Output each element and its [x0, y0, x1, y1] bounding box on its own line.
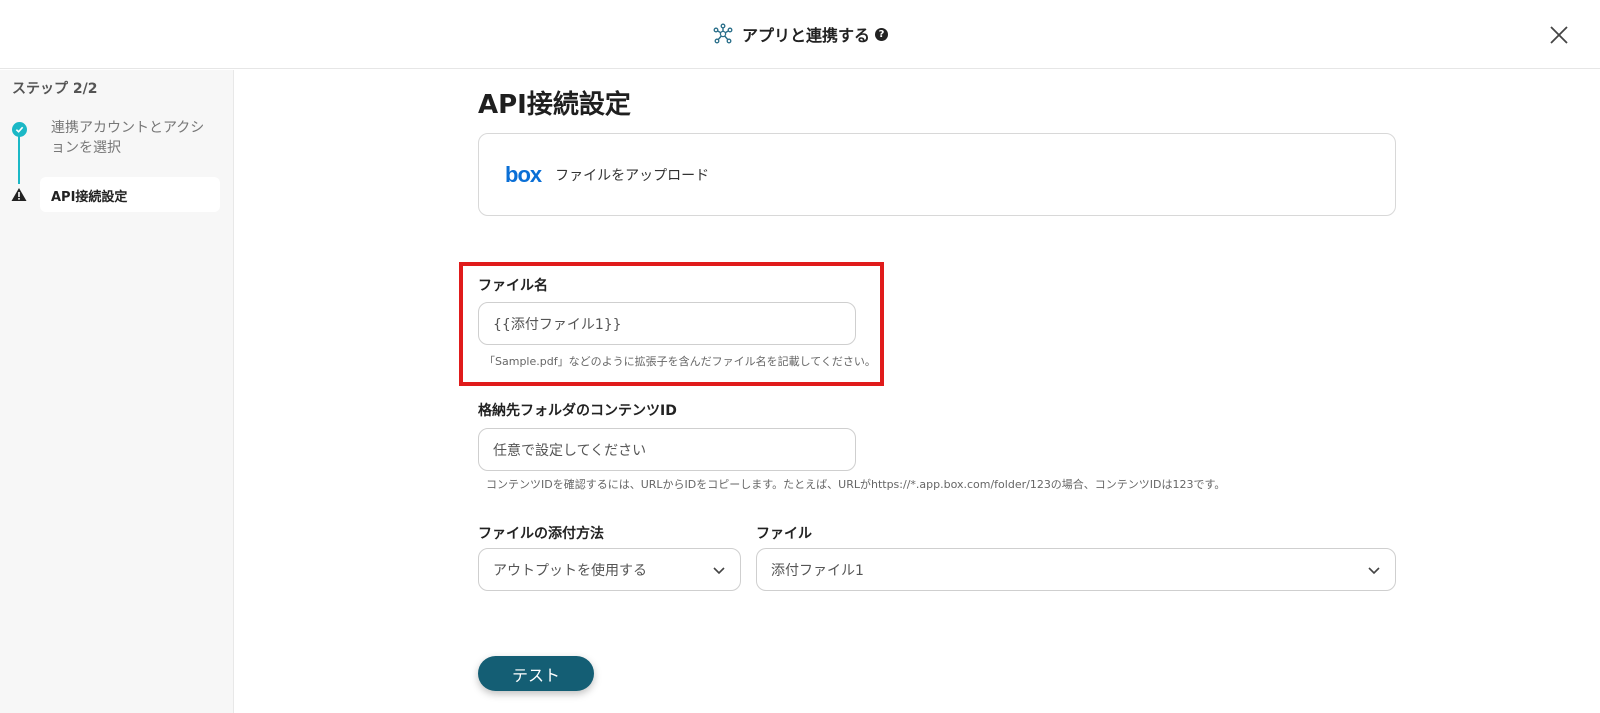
file-name-hint: 「Sample.pdf」などのように拡張子を含んだファイル名を記載してください。 [484, 355, 876, 368]
file-label: ファイル [756, 526, 812, 542]
header-title-group: アプリと連携する ? [0, 22, 1600, 46]
attach-method-value: アウトプットを使用する [493, 562, 647, 579]
test-button[interactable]: テスト [478, 656, 594, 691]
step-connector-line [18, 130, 20, 184]
warning-icon [11, 188, 27, 201]
attach-method-select[interactable]: アウトプットを使用する [478, 548, 741, 591]
file-name-input[interactable]: {{添付ファイル1}} [478, 302, 856, 345]
app-connect-icon [713, 23, 733, 44]
top-bar: アプリと連携する ? [0, 0, 1600, 69]
folder-id-label: 格納先フォルダのコンテンツID [478, 403, 677, 419]
chevron-down-icon [1368, 567, 1380, 575]
close-icon[interactable] [1548, 24, 1570, 46]
step-sidebar: ステップ 2/2 連携アカウントとアクションを選択 API接続設定 [0, 70, 234, 713]
box-logo: box [505, 161, 542, 187]
file-select[interactable]: 添付ファイル1 [756, 548, 1396, 591]
attach-method-label: ファイルの添付方法 [478, 526, 604, 542]
help-icon[interactable]: ? [875, 27, 888, 41]
action-name: ファイルをアップロード [555, 167, 710, 184]
check-icon [12, 122, 27, 137]
page-header-title: アプリと連携する [741, 26, 870, 45]
app-action-card: box ファイルをアップロード [478, 133, 1396, 216]
main-content: API接続設定 box ファイルをアップロード ファイル名 {{添付ファイル1}… [234, 70, 1600, 713]
chevron-down-icon [713, 567, 725, 575]
file-value: 添付ファイル1 [771, 562, 864, 579]
page-title: API接続設定 [478, 90, 631, 120]
folder-id-input[interactable]: 任意で設定してください [478, 428, 856, 471]
sidebar-step-api-settings[interactable]: API接続設定 [40, 177, 220, 212]
file-name-label: ファイル名 [478, 278, 548, 294]
sidebar-step-select-account[interactable]: 連携アカウントとアクションを選択 [51, 118, 211, 158]
step-counter: ステップ 2/2 [12, 81, 98, 97]
folder-id-hint: コンテンツIDを確認するには、URLからIDをコピーします。たとえば、URLがh… [486, 478, 1226, 491]
